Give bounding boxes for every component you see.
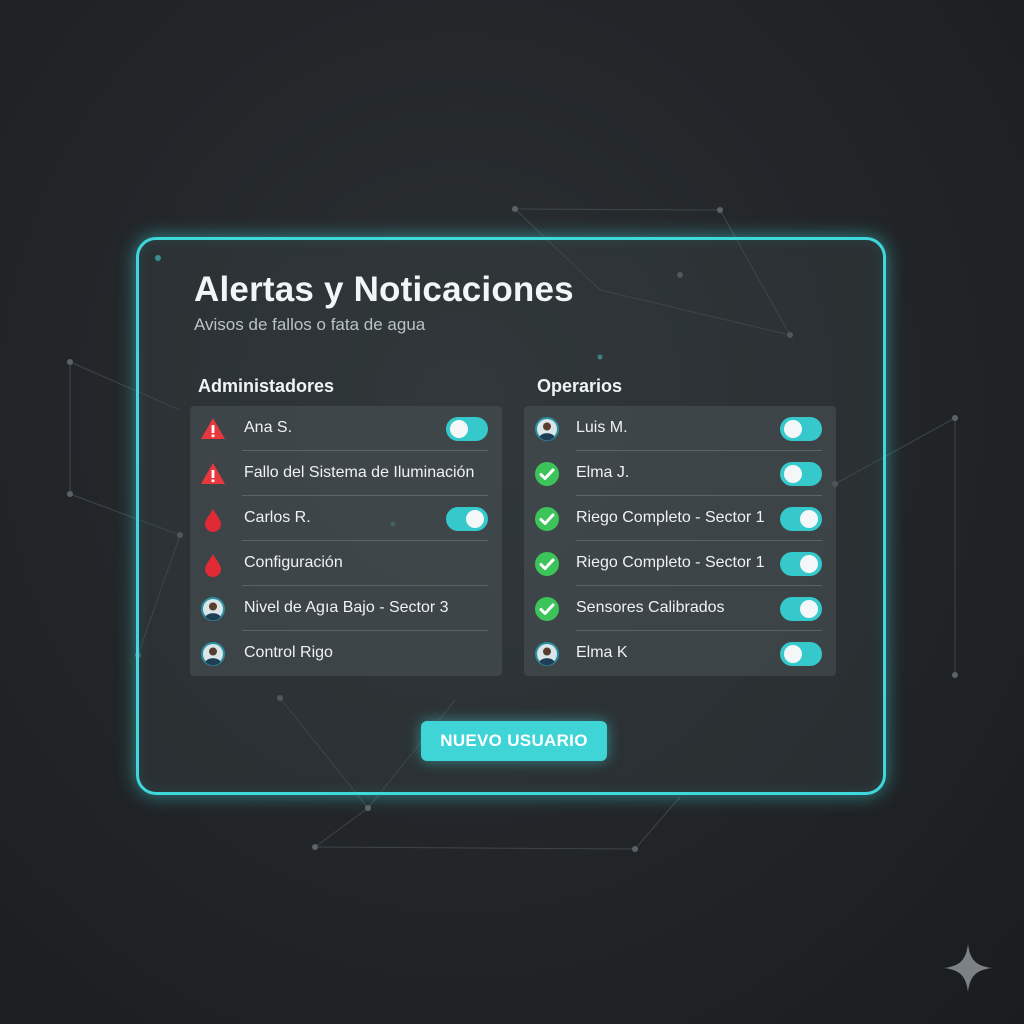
list-item-label: Luis M. [576, 419, 628, 436]
list-item[interactable]: Ana S. [190, 406, 502, 451]
list-item[interactable]: Elma K [524, 631, 836, 676]
new-user-button[interactable]: NUEVO USUARIO [421, 721, 607, 761]
list-item[interactable]: Carlos R. [190, 496, 502, 541]
water-drop-icon [205, 509, 221, 532]
list-item-label: Control Rigo [244, 644, 333, 661]
list-item[interactable]: Sensores Calibrados [524, 586, 836, 631]
avatar-icon [535, 642, 559, 666]
list-item-label: Elma J. [576, 464, 630, 481]
check-circle-icon [535, 552, 559, 576]
check-circle-icon [535, 462, 559, 486]
notification-toggle[interactable] [446, 507, 488, 531]
avatar-icon [201, 642, 225, 666]
list-item-label: Fallo del Sistema de Iluminación [244, 464, 475, 481]
toggle-knob [800, 600, 818, 618]
list-item[interactable]: Elma J. [524, 451, 836, 496]
toggle-knob [800, 555, 818, 573]
toggle-knob [800, 510, 818, 528]
check-circle-icon [535, 597, 559, 621]
warning-icon [201, 418, 225, 439]
notification-toggle[interactable] [780, 507, 822, 531]
check-circle-icon [535, 507, 559, 531]
list-item-label: Elma K [576, 644, 628, 661]
notification-toggle[interactable] [446, 417, 488, 441]
list-item[interactable]: Riego Completo - Sector 1 [524, 541, 836, 586]
notification-toggle[interactable] [780, 417, 822, 441]
toggle-knob [784, 420, 802, 438]
avatar-icon [535, 417, 559, 441]
avatar-icon [201, 597, 225, 621]
page-title: Alertas y Noticaciones [194, 270, 574, 309]
list-item-label: Ana S. [244, 419, 293, 436]
list-item[interactable]: Fallo del Sistema de Iluminación [190, 451, 502, 496]
toggle-knob [784, 645, 802, 663]
notification-toggle[interactable] [780, 642, 822, 666]
notification-toggle[interactable] [780, 462, 822, 486]
list-item-label: Configuración [244, 554, 343, 571]
sparkle-icon [944, 944, 992, 992]
list-item-label: Riego Completo - Sector 1 [576, 554, 765, 571]
list-item-label: Carlos R. [244, 509, 311, 526]
admins-heading: Administadores [198, 376, 335, 396]
toggle-knob [784, 465, 802, 483]
list-item[interactable]: Luis M. [524, 406, 836, 451]
list-item[interactable]: Configuración [190, 541, 502, 586]
water-drop-icon [205, 554, 221, 577]
toggle-knob [466, 510, 484, 528]
list-item[interactable]: Riego Completo - Sector 1 [524, 496, 836, 541]
list-item[interactable]: Nivel de Agıa Bajo - Sector 3 [190, 586, 502, 631]
alerts-panel: Alertas y Noticaciones Avisos de fallos … [136, 237, 886, 795]
list-item-label: Riego Completo - Sector 1 [576, 509, 765, 526]
toggle-knob [450, 420, 468, 438]
page-subtitle: Avisos de fallos o fata de agua [194, 315, 426, 334]
notification-toggle[interactable] [780, 597, 822, 621]
list-item[interactable]: Control Rigo [190, 631, 502, 676]
list-item-label: Sensores Calibrados [576, 599, 725, 616]
operators-list: Luis M. Elma J. Riego Completo - Sector … [524, 406, 836, 676]
operators-heading: Operarios [537, 376, 623, 396]
warning-icon [201, 463, 225, 484]
notification-toggle[interactable] [780, 552, 822, 576]
list-item-label: Nivel de Agıa Bajo - Sector 3 [244, 599, 449, 616]
admins-list: Ana S. Fallo del Sistema de Iluminación … [190, 406, 502, 676]
